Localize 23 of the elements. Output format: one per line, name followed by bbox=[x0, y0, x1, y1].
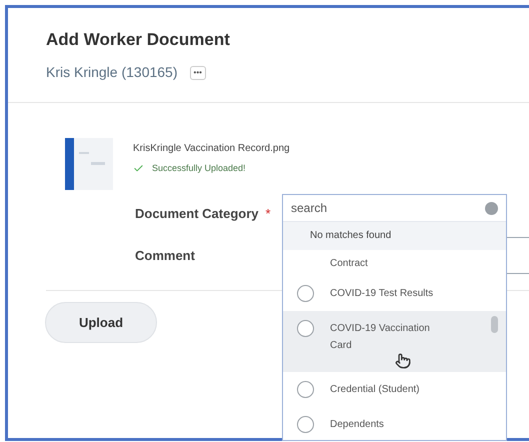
related-actions-button[interactable]: ••• bbox=[190, 66, 206, 80]
page-title: Add Worker Document bbox=[46, 29, 231, 51]
required-mark: * bbox=[266, 205, 271, 224]
no-matches-message: No matches found bbox=[283, 222, 506, 250]
field-label: Document Category bbox=[135, 205, 259, 224]
worker-link[interactable]: Kris Kringle (130165) bbox=[46, 62, 178, 83]
category-option[interactable]: COVID-19 Test Results bbox=[283, 276, 506, 311]
category-option[interactable]: Credential (Student) bbox=[283, 372, 506, 407]
file-name: KrisKringle Vaccination Record.png bbox=[133, 142, 290, 156]
upload-button[interactable]: Upload bbox=[45, 302, 157, 343]
upload-status: Successfully Uploaded! bbox=[152, 162, 246, 175]
document-thumbnail-icon bbox=[65, 138, 113, 190]
radio-button[interactable] bbox=[297, 285, 314, 302]
search-field[interactable]: search bbox=[291, 199, 485, 217]
radio-button[interactable] bbox=[297, 416, 314, 433]
field-label: Comment bbox=[135, 247, 195, 266]
category-option[interactable]: Dependents bbox=[283, 407, 506, 440]
radio-button[interactable] bbox=[297, 381, 314, 398]
hand-cursor-icon bbox=[395, 353, 411, 369]
radio-button[interactable] bbox=[297, 320, 314, 337]
category-option[interactable]: Contract bbox=[283, 250, 506, 276]
scrollbar-thumb[interactable] bbox=[491, 316, 498, 333]
category-option[interactable]: COVID-19 Vaccination Card bbox=[283, 311, 506, 372]
